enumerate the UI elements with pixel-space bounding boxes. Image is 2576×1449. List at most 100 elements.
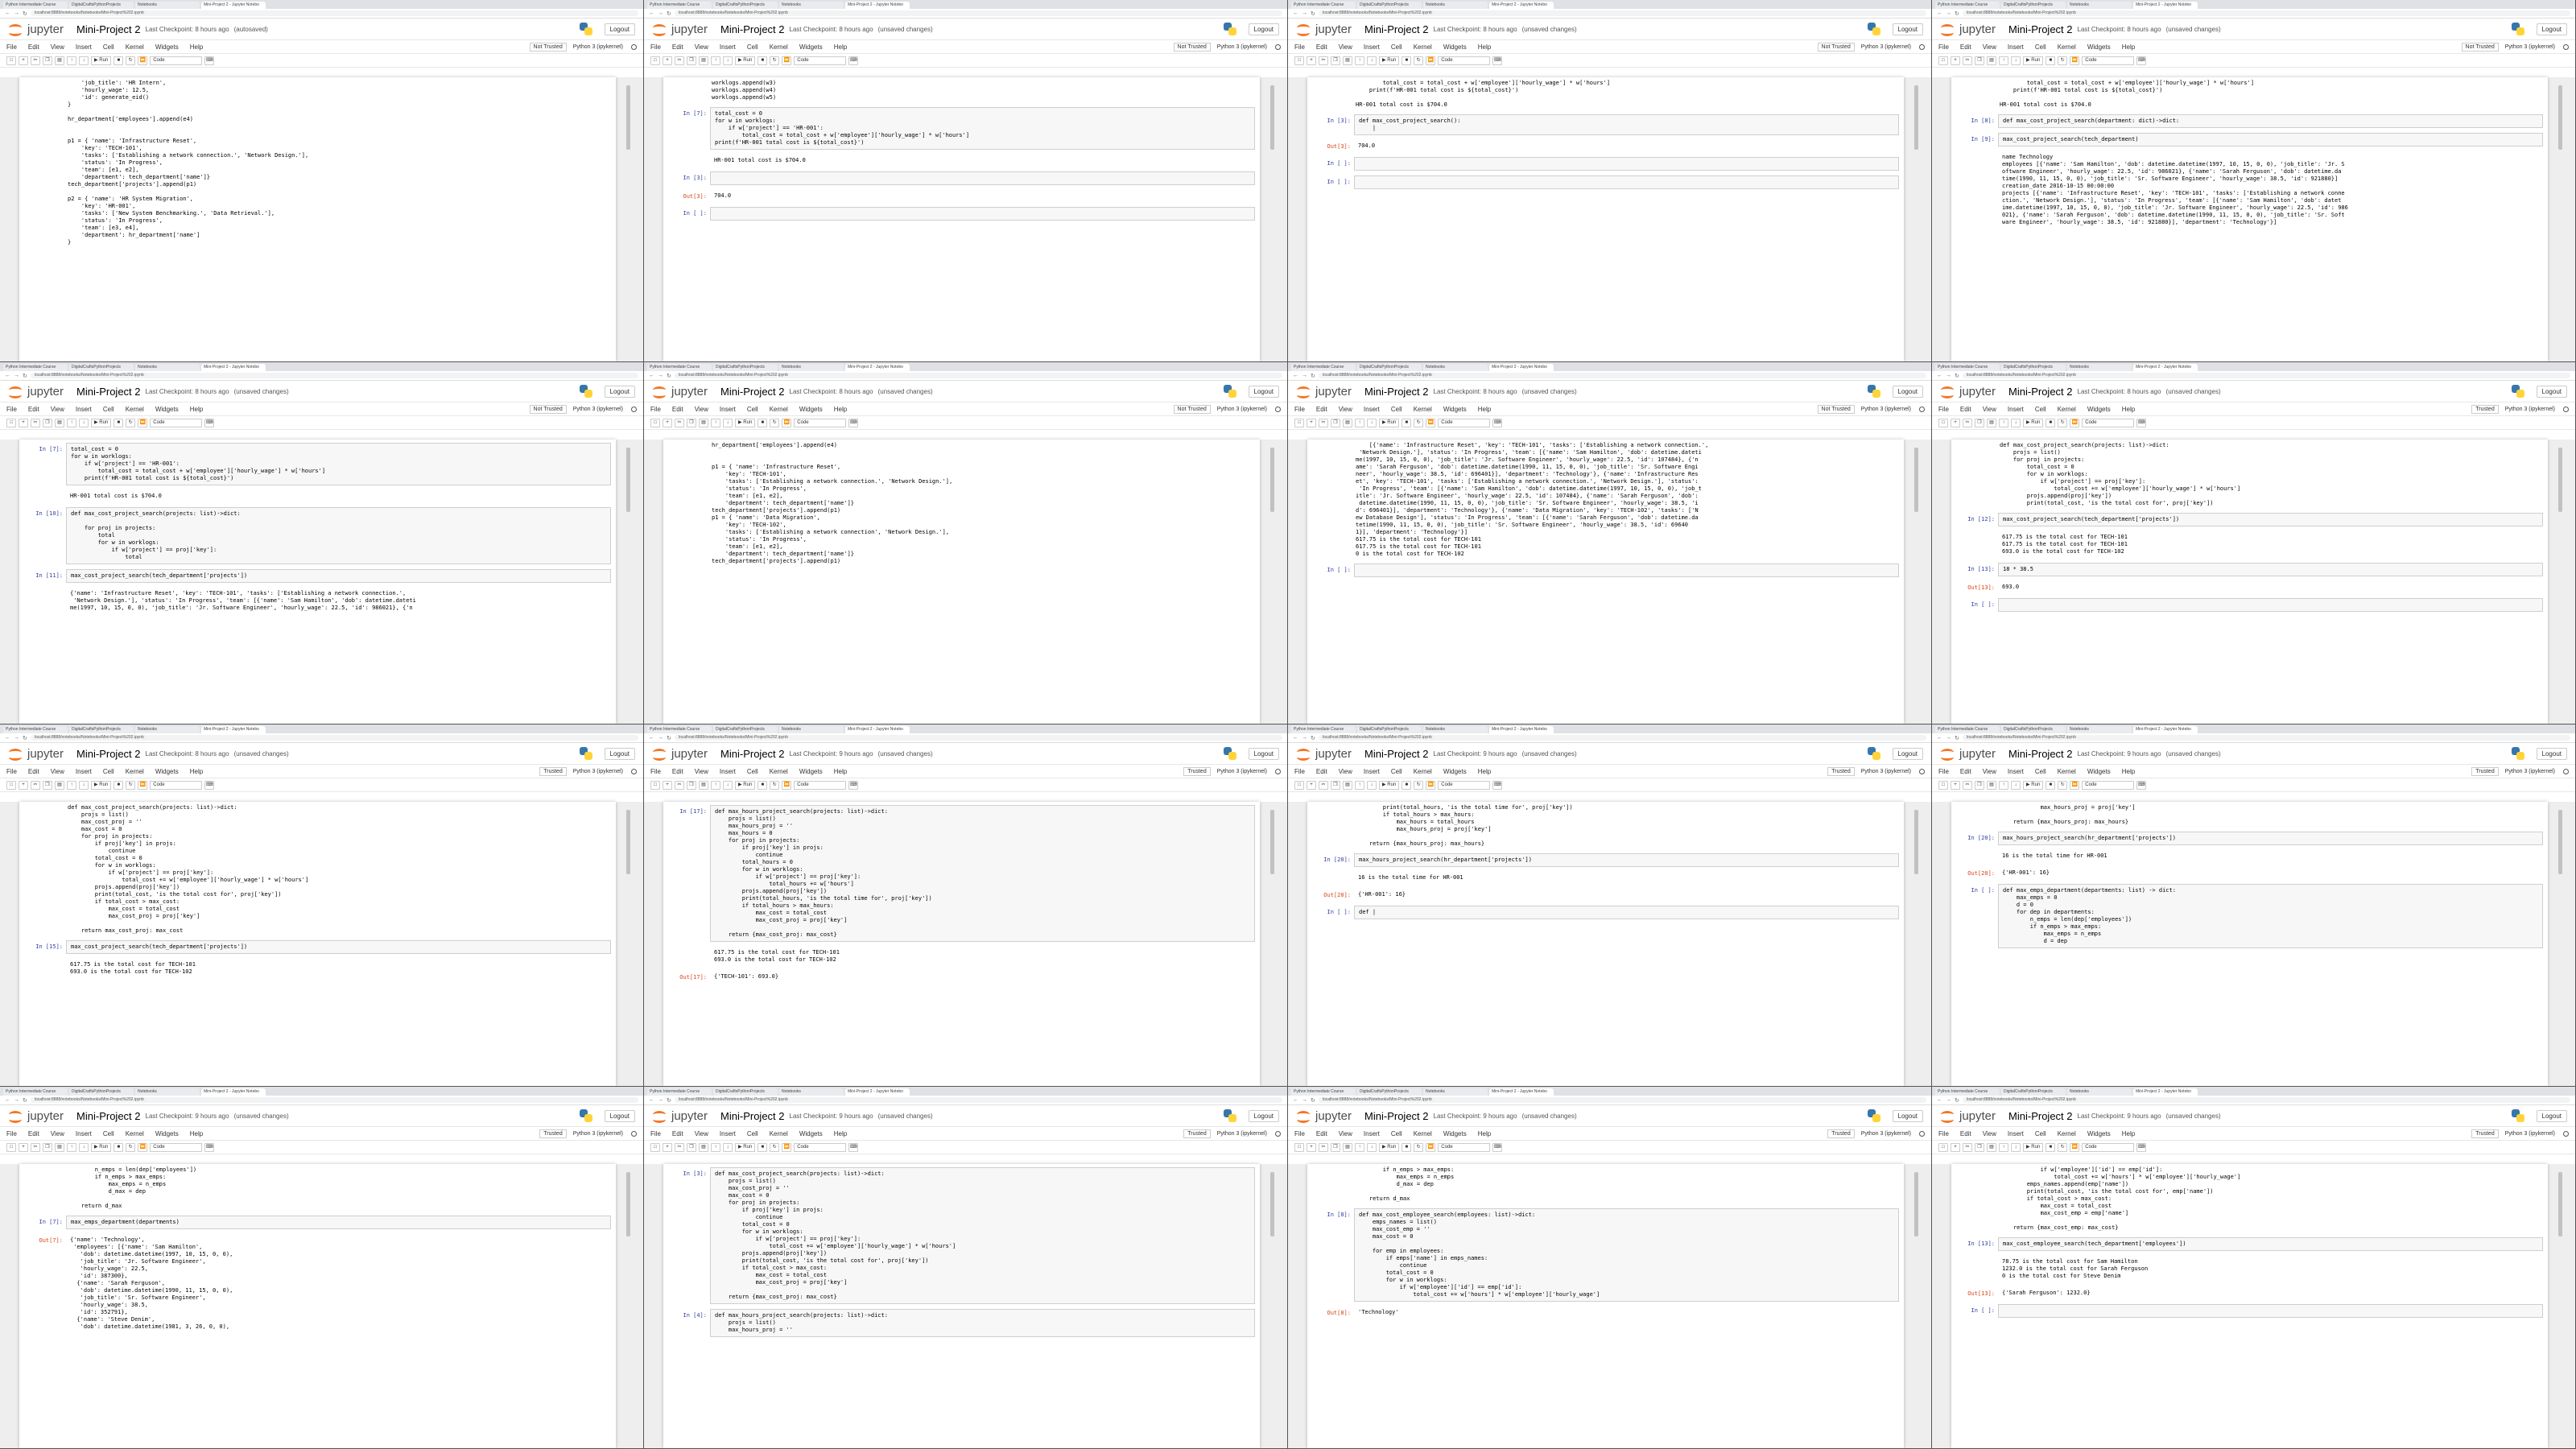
menu-cell[interactable]: Cell: [747, 406, 758, 413]
browser-tab[interactable]: Notebooks: [135, 364, 200, 371]
cut-icon[interactable]: ✂: [1963, 56, 1972, 65]
address-input[interactable]: localhost:8888/notebooks/Notebooks/Mini-…: [674, 735, 1282, 741]
restart-icon[interactable]: ↻: [126, 1142, 136, 1152]
logout-button[interactable]: Logout: [1248, 385, 1279, 398]
menu-cell[interactable]: Cell: [103, 43, 114, 51]
jupyter-logo-icon[interactable]: [1296, 746, 1311, 761]
menu-kernel[interactable]: Kernel: [2058, 768, 2076, 775]
menu-kernel[interactable]: Kernel: [2058, 43, 2076, 51]
code-cell[interactable]: In [20]: max_hours_project_search(hr_depa…: [1955, 832, 2543, 845]
cell-source-continued[interactable]: def max_cost_project_search(projects: li…: [19, 802, 616, 937]
menu-insert[interactable]: Insert: [2008, 43, 2024, 51]
menu-kernel[interactable]: Kernel: [770, 43, 788, 51]
menu-view[interactable]: View: [1983, 1130, 1996, 1137]
browser-tab-active[interactable]: Mini-Project 2 - Jupyter Notebo: [1489, 726, 1554, 733]
add-cell-icon[interactable]: +: [19, 56, 28, 65]
move-down-icon[interactable]: ↓: [79, 1142, 89, 1152]
move-up-icon[interactable]: ↑: [711, 56, 720, 65]
browser-tab[interactable]: Notebooks: [779, 726, 844, 733]
menu-insert[interactable]: Insert: [720, 43, 736, 51]
jupyter-logo-icon[interactable]: [1296, 384, 1311, 398]
code-editor[interactable]: max_cost_project_search(tech_department): [1998, 133, 2543, 147]
fast-forward-icon[interactable]: ⏩: [782, 1142, 792, 1152]
jupyter-brand[interactable]: jupyter: [671, 1109, 708, 1123]
browser-tab[interactable]: Notebooks: [779, 1088, 844, 1096]
menu-insert[interactable]: Insert: [76, 1130, 92, 1137]
browser-tab-active[interactable]: Mini-Project 2 - Jupyter Notebo: [2133, 1088, 2198, 1096]
scrollbar[interactable]: [1914, 810, 1918, 874]
browser-tab[interactable]: DigitalCraftsPythonProjects: [1357, 364, 1422, 371]
browser-tab[interactable]: Python Intermediate Course: [3, 726, 68, 733]
menu-insert[interactable]: Insert: [2008, 1130, 2024, 1137]
browser-tab-active[interactable]: Mini-Project 2 - Jupyter Notebo: [845, 1088, 910, 1096]
scrollbar[interactable]: [2558, 85, 2562, 150]
restart-icon[interactable]: ↻: [2058, 1142, 2068, 1152]
forward-icon[interactable]: →: [1302, 735, 1307, 741]
paste-icon[interactable]: ▤: [699, 418, 708, 427]
move-down-icon[interactable]: ↓: [723, 56, 733, 65]
stop-icon[interactable]: ■: [1402, 56, 1412, 65]
forward-icon[interactable]: →: [658, 10, 663, 16]
reload-icon[interactable]: ↻: [23, 373, 27, 379]
copy-icon[interactable]: ❐: [1975, 418, 1984, 427]
menu-view[interactable]: View: [695, 768, 708, 775]
menu-widgets[interactable]: Widgets: [1443, 406, 1467, 413]
scrollbar[interactable]: [1270, 1172, 1274, 1236]
menu-file[interactable]: File: [650, 768, 661, 775]
menu-widgets[interactable]: Widgets: [1443, 768, 1467, 775]
stop-icon[interactable]: ■: [114, 56, 124, 65]
menu-edit[interactable]: Edit: [672, 43, 683, 51]
code-editor[interactable]: [1354, 157, 1899, 171]
browser-tab-active[interactable]: Mini-Project 2 - Jupyter Notebo: [845, 726, 910, 733]
menu-help[interactable]: Help: [834, 43, 847, 51]
browser-tab-active[interactable]: Mini-Project 2 - Jupyter Notebo: [201, 1088, 266, 1096]
browser-tab[interactable]: Python Intermediate Course: [3, 1088, 68, 1096]
copy-icon[interactable]: ❐: [687, 418, 696, 427]
cut-icon[interactable]: ✂: [1319, 418, 1328, 427]
back-icon[interactable]: ←: [1937, 1097, 1942, 1103]
paste-icon[interactable]: ▤: [55, 1142, 64, 1152]
move-down-icon[interactable]: ↓: [2011, 1142, 2021, 1152]
jupyter-logo-icon[interactable]: [1940, 746, 1955, 761]
code-cell[interactable]: In [8]: def max_cost_employee_search(empl…: [1311, 1208, 1899, 1302]
back-icon[interactable]: ←: [5, 373, 10, 378]
jupyter-logo-icon[interactable]: [8, 1108, 23, 1123]
cut-icon[interactable]: ✂: [675, 56, 684, 65]
code-cell[interactable]: In [7]: max_emps_department(departments): [23, 1216, 611, 1229]
restart-icon[interactable]: ↻: [126, 56, 136, 65]
forward-icon[interactable]: →: [1946, 1097, 1951, 1103]
menu-view[interactable]: View: [1339, 768, 1352, 775]
fast-forward-icon[interactable]: ⏩: [138, 1142, 148, 1152]
logout-button[interactable]: Logout: [2536, 1109, 2567, 1122]
paste-icon[interactable]: ▤: [55, 780, 64, 790]
menu-edit[interactable]: Edit: [672, 406, 683, 413]
code-cell[interactable]: In [10]: def max_cost_project_search(proj…: [23, 507, 611, 564]
back-icon[interactable]: ←: [649, 735, 654, 741]
menu-help[interactable]: Help: [190, 1130, 203, 1137]
scrollbar[interactable]: [1270, 810, 1274, 874]
paste-icon[interactable]: ▤: [1343, 56, 1352, 65]
code-cell[interactable]: In [11]: max_cost_project_search(tech_dep…: [23, 569, 611, 583]
trusted-indicator[interactable]: Not Trusted: [1817, 404, 1855, 414]
address-input[interactable]: localhost:8888/notebooks/Notebooks/Mini-…: [674, 10, 1282, 16]
menu-help[interactable]: Help: [834, 768, 847, 775]
notebook-title[interactable]: Mini-Project 2: [1364, 23, 1428, 35]
menu-insert[interactable]: Insert: [76, 768, 92, 775]
copy-icon[interactable]: ❐: [1331, 1142, 1340, 1152]
cell-type-select[interactable]: Code: [794, 780, 847, 790]
menu-help[interactable]: Help: [190, 43, 203, 51]
menu-widgets[interactable]: Widgets: [2087, 1130, 2111, 1137]
logout-button[interactable]: Logout: [2536, 747, 2567, 760]
address-input[interactable]: localhost:8888/notebooks/Notebooks/Mini-…: [674, 1097, 1282, 1103]
run-button[interactable]: ▶ Run: [1379, 56, 1400, 65]
menu-file[interactable]: File: [650, 406, 661, 413]
menu-kernel[interactable]: Kernel: [1414, 1130, 1432, 1137]
keyboard-icon[interactable]: ⌨: [204, 418, 215, 427]
code-editor[interactable]: def max_cost_project_search(projects: li…: [66, 507, 611, 564]
save-icon[interactable]: □: [1938, 1142, 1948, 1152]
code-editor[interactable]: 18 * 38.5: [1998, 563, 2543, 576]
cell-source-continued[interactable]: hr_department['employees'].append(e4) p1…: [663, 440, 1260, 568]
menu-kernel[interactable]: Kernel: [126, 768, 144, 775]
browser-tab[interactable]: DigitalCraftsPythonProjects: [713, 364, 778, 371]
cell-type-select[interactable]: Code: [2082, 56, 2135, 65]
